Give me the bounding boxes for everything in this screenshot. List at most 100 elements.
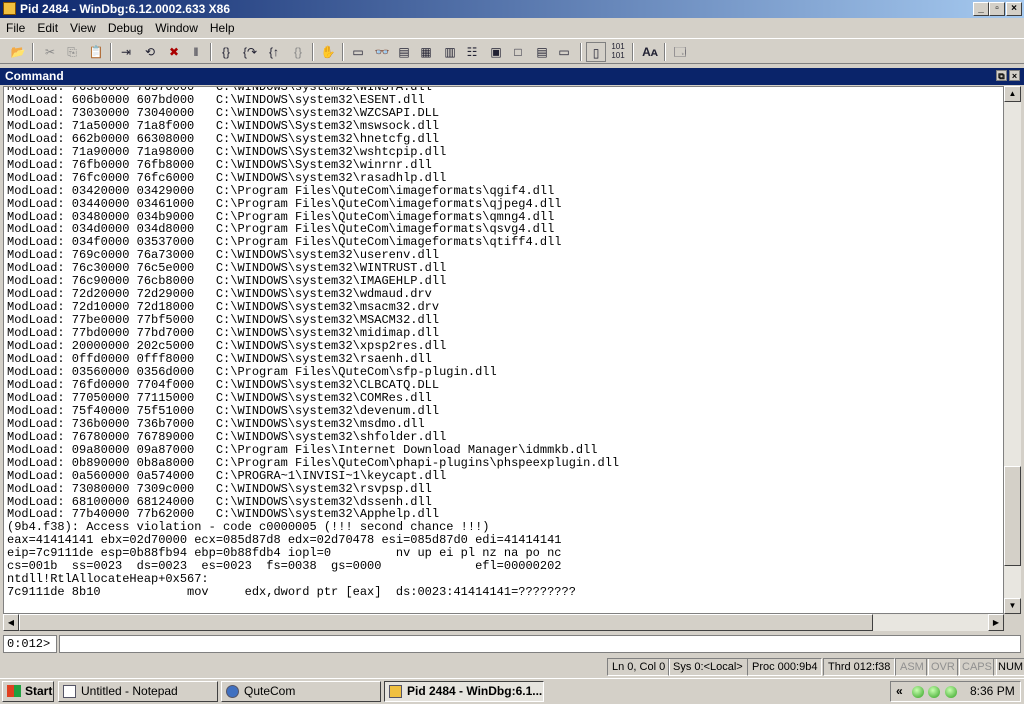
notepad-icon [63,685,76,698]
output-line: ModLoad: 03560000 0356d000 C:\Program Fi… [7,364,497,379]
run-to-cursor-icon[interactable]: {} [288,42,308,62]
menu-window[interactable]: Window [149,18,204,38]
source-mode-icon[interactable]: ▯ [586,42,606,62]
minimize-button[interactable]: _ [973,2,989,16]
memory-icon[interactable]: ▥ [440,42,460,62]
scroll-thumb[interactable] [1004,466,1021,566]
output-line: ModLoad: 03440000 03461000 C:\Program Fi… [7,196,562,211]
menu-debug[interactable]: Debug [102,18,149,38]
windbg-app-icon [3,2,16,15]
status-thrd: Thrd 012:f38 [823,658,896,676]
command-window-icon[interactable]: ▭ [348,42,368,62]
tray-status-icon[interactable] [945,686,957,698]
hand-icon[interactable]: ✋ [318,42,338,62]
step-over-icon[interactable]: {↷ [240,42,260,62]
toolbar-separator [210,43,212,61]
command-input[interactable] [59,635,1021,653]
tray-status-icon[interactable] [928,686,940,698]
clock[interactable]: 8:36 PM [970,682,1015,701]
status-sys: Sys 0:<Local> [668,658,748,676]
horizontal-scrollbar[interactable]: ◀ ▶ [3,614,1004,631]
output-line: ModLoad: 77050000 77115000 C:\WINDOWS\sy… [7,390,432,405]
options-icon[interactable]: 🗔 [670,42,690,62]
toolbar-separator [110,43,112,61]
tray-expand-icon[interactable]: « [896,682,903,701]
processes-icon[interactable]: ▤ [532,42,552,62]
hex-mode-icon[interactable]: 101 101 [608,42,628,62]
maximize-button[interactable]: ▫ [989,2,1005,16]
break-icon[interactable]: ‖ [186,42,206,62]
restart-icon[interactable]: ⟲ [140,42,160,62]
call-stack-icon[interactable]: ☷ [462,42,482,62]
toolbar-separator [32,43,34,61]
output-line: ModLoad: 75f40000 75f51000 C:\WINDOWS\sy… [7,403,440,418]
output-line: ModLoad: 0a560000 0a574000 C:\PROGRA~1\I… [7,468,447,483]
menu-file[interactable]: File [0,18,31,38]
scroll-up-icon[interactable]: ▲ [1004,86,1021,102]
output-line: ModLoad: 76fc0000 76fc6000 C:\WINDOWS\sy… [7,170,447,185]
output-line: ModLoad: 662b0000 66308000 C:\WINDOWS\sy… [7,131,440,146]
output-line: ModLoad: 76fd0000 7704f000 C:\WINDOWS\sy… [7,377,440,392]
step-into-icon[interactable]: {} [216,42,236,62]
window-title: Pid 2484 - WinDbg:6.12.0002.633 X86 [20,2,230,16]
registers-icon[interactable]: ▦ [416,42,436,62]
menu-help[interactable]: Help [204,18,241,38]
output-line: ModLoad: 71a50000 71a8f000 C:\WINDOWS\Sy… [7,118,440,133]
command-window-header: Command ⧉ × [0,68,1024,85]
start-label: Start [25,684,53,698]
output-line: ModLoad: 736b0000 736b7000 C:\WINDOWS\sy… [7,416,425,431]
output-line: ModLoad: 0b890000 0b8a8000 C:\Program Fi… [7,455,620,470]
scroll-right-icon[interactable]: ▶ [988,614,1004,631]
toolbar-separator [342,43,344,61]
menu-bar: File Edit View Debug Window Help [0,18,1024,38]
qutecom-icon [226,685,239,698]
vertical-scrollbar[interactable]: ▲ ▼ [1004,86,1021,614]
status-proc: Proc 000:9b4 [747,658,823,676]
step-out-icon[interactable]: {↑ [264,42,284,62]
start-button[interactable]: Start [2,681,54,702]
output-line: 7c9111de 8b10 mov edx,dword ptr [eax] ds… [7,585,576,600]
menu-edit[interactable]: Edit [31,18,64,38]
windows-logo-icon [7,685,21,697]
copy-icon[interactable]: ⎘ [62,42,82,62]
output-line: ModLoad: 09a80000 09a87000 C:\Program Fi… [7,442,598,457]
output-line: ModLoad: 606b0000 607bd000 C:\WINDOWS\sy… [7,92,425,107]
toolbar-separator [580,43,582,61]
close-button[interactable]: × [1006,2,1022,16]
cut-icon[interactable]: ✂ [40,42,60,62]
title-bar: Pid 2484 - WinDbg:6.12.0002.633 X86 _ ▫ … [0,0,1024,18]
task-windbg[interactable]: Pid 2484 - WinDbg:6.1... [384,681,544,702]
status-bar: Ln 0, Col 0 Sys 0:<Local> Proc 000:9b4 T… [0,657,1024,677]
output-line: ModLoad: 03420000 03429000 C:\Program Fi… [7,183,555,198]
status-num: NUM [993,658,1024,676]
font-icon[interactable]: Aᴀ [640,42,660,62]
toolbar-separator [312,43,314,61]
hscroll-thumb[interactable] [19,614,873,631]
command-output[interactable]: ModLoad: 76360000 76370000 C:\WINDOWS\sy… [3,86,1004,614]
paste-icon[interactable]: 📋 [86,42,106,62]
output-text: ModLoad: 76360000 76370000 C:\WINDOWS\sy… [7,87,620,600]
close-pane-icon[interactable]: × [1009,70,1020,81]
tray-status-icon[interactable] [912,686,924,698]
scroll-down-icon[interactable]: ▼ [1004,598,1021,614]
task-notepad[interactable]: Untitled - Notepad [58,681,218,702]
output-line: ModLoad: 76780000 76789000 C:\WINDOWS\sy… [7,429,447,444]
system-tray: « 8:36 PM [890,681,1021,702]
scratch-pad-icon[interactable]: □ [508,42,528,62]
task-label: Pid 2484 - WinDbg:6.1... [407,684,543,698]
status-caps: CAPS [957,658,997,676]
menu-view[interactable]: View [64,18,102,38]
open-icon[interactable]: 📂 [8,42,28,62]
command-window-title: Command [5,69,64,83]
command-output-icon[interactable]: ▭ [554,42,574,62]
locals-icon[interactable]: ▤ [394,42,414,62]
disassembly-icon[interactable]: ▣ [486,42,506,62]
watch-icon[interactable]: 👓 [372,42,392,62]
stop-debugging-icon[interactable]: ✖ [164,42,184,62]
task-qutecom[interactable]: QuteCom [221,681,381,702]
scroll-left-icon[interactable]: ◀ [3,614,19,631]
dock-icon[interactable]: ⧉ [996,70,1007,81]
output-line: ModLoad: 73030000 73040000 C:\WINDOWS\sy… [7,105,440,120]
go-icon[interactable]: ⇥ [116,42,136,62]
status-asm: ASM [895,658,929,676]
